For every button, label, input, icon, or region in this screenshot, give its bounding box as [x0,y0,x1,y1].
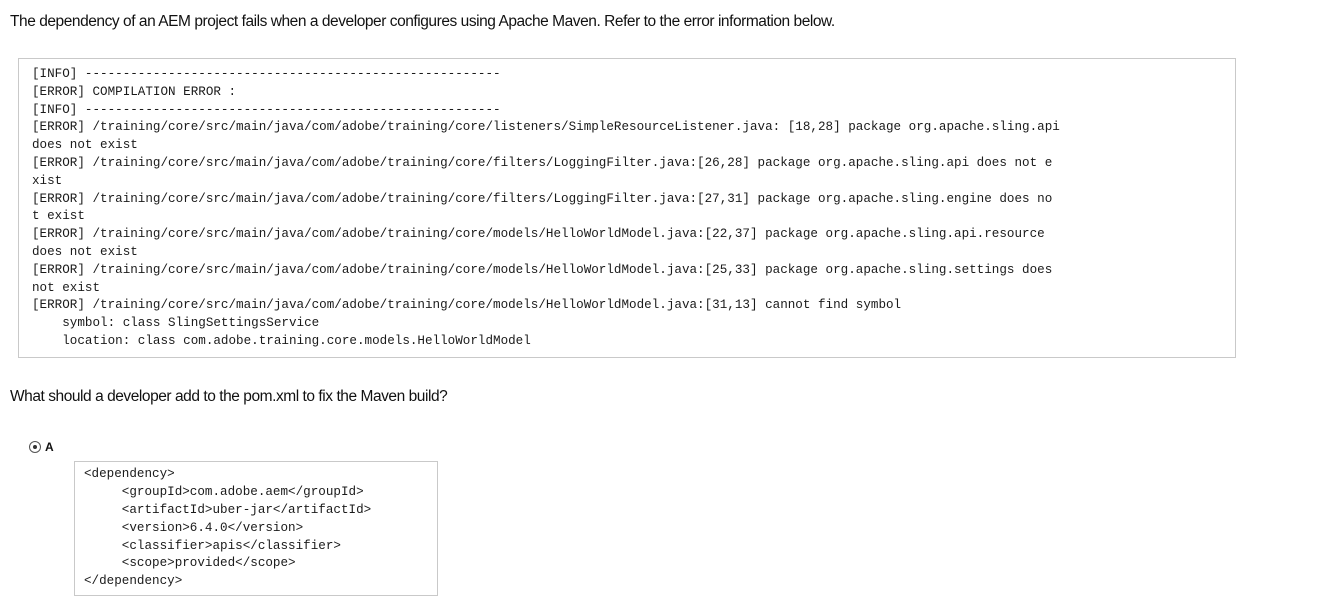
error-log-line: [ERROR] /training/core/src/main/java/com… [32,262,1053,277]
answer-code-line: <artifactId>uber-jar</artifactId> [84,502,372,517]
error-log-line: not exist [32,280,101,295]
answer-code-line: <version>6.4.0</version> [84,520,304,535]
answer-code-line: </dependency> [84,574,183,589]
answer-code-line: <groupId>com.adobe.aem</groupId> [84,484,364,499]
error-log-line: [INFO] ---------------------------------… [32,67,501,81]
answer-option-a[interactable]: A [29,440,54,454]
error-log-line: symbol: class SlingSettingsService [32,316,320,331]
error-log-line: t exist [32,209,85,224]
answer-code-box: <dependency> <groupId>com.adobe.aem</gro… [74,461,438,596]
followup-question-text: What should a developer add to the pom.x… [10,388,448,405]
error-log-line: [ERROR] /training/core/src/main/java/com… [32,298,902,313]
error-log-line: xist [32,173,63,188]
answer-option-letter: A [45,440,54,454]
error-log-line: does not exist [32,138,138,153]
error-log-line: location: class com.adobe.training.core.… [32,333,531,348]
error-log-line: [ERROR] /training/core/src/main/java/com… [32,155,1053,170]
answer-code-line: <scope>provided</scope> [84,556,296,571]
error-log-line: [ERROR] /training/core/src/main/java/com… [32,120,1060,135]
error-log-line: [INFO] ---------------------------------… [32,102,501,117]
question-text: The dependency of an AEM project fails w… [10,13,835,30]
error-log-line: [ERROR] COMPILATION ERROR : [32,84,237,99]
error-log-box: [INFO] ---------------------------------… [18,58,1236,358]
error-log-line: [ERROR] /training/core/src/main/java/com… [32,227,1045,242]
error-log-line: [ERROR] /training/core/src/main/java/com… [32,191,1053,206]
radio-selected-icon[interactable] [29,441,41,453]
error-log-line: does not exist [32,244,138,259]
answer-code-line: <classifier>apis</classifier> [84,538,341,553]
answer-code-line: <dependency> [84,467,175,481]
